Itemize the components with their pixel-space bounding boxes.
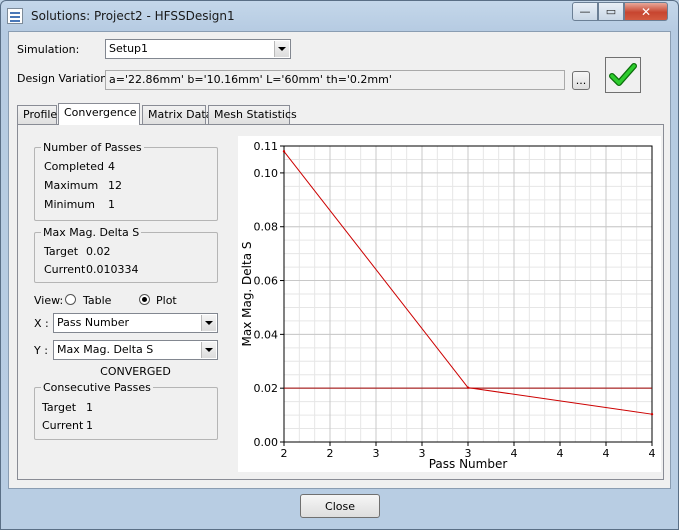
data-point xyxy=(650,412,654,416)
convergence-plot[interactable]: 0.00 0.02 0.04 0.06 0.08 0.10 0.11 2 2 3 3 3 4 4 4 4 Pas… xyxy=(238,136,661,472)
consecutive-target-value: 1 xyxy=(86,401,93,414)
dialog-client-area: Simulation: Setup1 Design Variation: a='… xyxy=(8,31,671,518)
x-tick-label: 4 xyxy=(649,447,656,460)
minimum-label: Minimum xyxy=(44,198,95,211)
converged-indicator xyxy=(605,57,641,93)
y-axis-select[interactable]: Max Mag. Delta S xyxy=(53,340,218,360)
tab-mesh-statistics[interactable]: Mesh Statistics xyxy=(208,105,297,124)
browse-variation-button[interactable]: ... xyxy=(572,71,590,90)
convergence-chart: 0.000.020.040.060.080.100.112 2 3 3 3 4 4 4 4Pas… xyxy=(240,140,656,471)
x-tick-label: 3 xyxy=(373,447,380,460)
x-tick-label: 2 xyxy=(281,447,288,460)
y-tick-label: 0.06 xyxy=(254,275,279,288)
x-axis-select[interactable]: Pass Number xyxy=(53,313,218,333)
x-axis-label: X : xyxy=(34,317,49,330)
simulation-select-value: Setup1 xyxy=(109,42,149,55)
view-label: View: xyxy=(34,294,64,307)
x-tick-label: 3 xyxy=(419,447,426,460)
consecutive-group-title: Consecutive Passes xyxy=(41,381,153,394)
delta-group: Max Mag. Delta S Target 0.02 Current 0.0… xyxy=(34,226,218,283)
delta-target-value: 0.02 xyxy=(86,245,111,258)
minimize-button[interactable]: — xyxy=(572,2,598,21)
y-axis-title: Max Mag. Delta S xyxy=(240,241,254,346)
delta-current-label: Current xyxy=(44,263,86,276)
y-tick-label: 0.02 xyxy=(254,382,279,395)
data-point xyxy=(282,150,286,153)
y-tick-label: 0.04 xyxy=(254,328,279,341)
tab-convergence[interactable]: Convergence xyxy=(58,103,140,125)
view-table-label[interactable]: Table xyxy=(83,294,111,307)
window-title: Solutions: Project2 - HFSSDesign1 xyxy=(31,9,235,23)
simulation-select[interactable]: Setup1 xyxy=(105,39,291,59)
completed-value: 4 xyxy=(108,160,115,173)
y-axis-select-value: Max Mag. Delta S xyxy=(57,343,154,356)
close-window-button[interactable]: ✕ xyxy=(624,2,668,21)
close-button[interactable]: Close xyxy=(300,494,380,518)
checkmark-icon xyxy=(609,63,637,86)
simulation-label: Simulation: xyxy=(17,43,80,56)
solutions-window: Solutions: Project2 - HFSSDesign1 — ▭ ✕ … xyxy=(0,0,679,530)
maximize-button[interactable]: ▭ xyxy=(598,2,624,21)
view-table-radio[interactable] xyxy=(65,294,76,305)
consecutive-current-value: 1 xyxy=(86,419,93,432)
y-tick-label: 0.00 xyxy=(254,436,279,449)
view-plot-label[interactable]: Plot xyxy=(156,294,177,307)
delta-target-label: Target xyxy=(44,245,79,258)
x-tick-label: 2 xyxy=(327,447,334,460)
consecutive-current-label: Current xyxy=(42,419,84,432)
y-tick-label: 0.08 xyxy=(254,221,279,234)
minimum-value: 1 xyxy=(108,198,115,211)
y-tick-label: 0.11 xyxy=(254,140,279,153)
maximum-value: 12 xyxy=(108,179,122,192)
y-axis-label: Y : xyxy=(34,344,48,357)
consecutive-group: Consecutive Passes Target 1 Current 1 xyxy=(34,381,218,440)
convergence-status: CONVERGED xyxy=(100,365,171,378)
tab-profile[interactable]: Profile xyxy=(17,105,57,124)
chevron-down-icon[interactable] xyxy=(201,342,216,358)
passes-group-title: Number of Passes xyxy=(41,141,144,154)
completed-label: Completed xyxy=(44,160,104,173)
maximum-label: Maximum xyxy=(44,179,99,192)
passes-group: Number of Passes Completed 4 Maximum 12 … xyxy=(34,141,218,221)
data-point xyxy=(466,386,470,389)
x-tick-label: 4 xyxy=(511,447,518,460)
tab-matrix-data[interactable]: Matrix Data xyxy=(142,105,212,124)
y-tick-label: 0.10 xyxy=(254,167,279,180)
consecutive-target-label: Target xyxy=(42,401,77,414)
view-plot-radio[interactable] xyxy=(139,294,150,305)
x-axis-title: Pass Number xyxy=(429,457,508,471)
x-tick-label: 4 xyxy=(557,447,564,460)
design-variation-label: Design Variation: xyxy=(17,72,111,85)
x-tick-label: 4 xyxy=(603,447,610,460)
convergence-panel: Number of Passes Completed 4 Maximum 12 … xyxy=(17,124,664,480)
title-bar[interactable]: Solutions: Project2 - HFSSDesign1 — ▭ ✕ xyxy=(1,1,678,31)
chevron-down-icon[interactable] xyxy=(274,41,289,57)
delta-group-title: Max Mag. Delta S xyxy=(41,226,142,239)
x-axis-select-value: Pass Number xyxy=(57,316,130,329)
design-variation-field[interactable]: a='22.86mm' b='10.16mm' L='60mm' th='0.2… xyxy=(105,70,565,90)
chevron-down-icon[interactable] xyxy=(201,315,216,331)
app-icon xyxy=(7,8,23,24)
delta-current-value: 0.010334 xyxy=(86,263,139,276)
